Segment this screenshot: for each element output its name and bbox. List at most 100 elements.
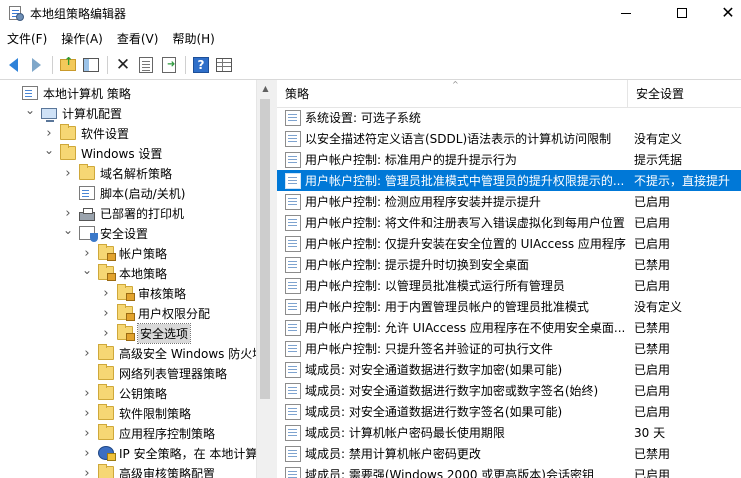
policy-name: 域成员: 对安全通道数据进行数字签名(如果可能) [305, 405, 563, 419]
tree-item[interactable]: ›脚本(启动/关机) [62, 183, 185, 203]
tree-scrollbar[interactable]: ▲ [256, 80, 273, 478]
tree-item[interactable]: › 帐户策略 [81, 243, 167, 263]
tree-item[interactable]: ›网络列表管理器策略 [81, 363, 227, 383]
policy-list[interactable]: 策略 ^ 安全设置 系统设置: 可选子系统 以安全描述符定义语言(SDDL)语法表… [277, 80, 741, 478]
policy-row[interactable]: 用户帐户控制: 提示提升时切换到安全桌面 已禁用 [277, 254, 741, 275]
chevron-right-icon[interactable]: › [81, 386, 93, 401]
up-one-level-button[interactable] [57, 54, 79, 76]
maximize-icon [677, 8, 687, 18]
tree-item-label: Windows 设置 [81, 146, 163, 161]
policy-row[interactable]: 用户帐户控制: 以管理员批准模式运行所有管理员 已启用 [277, 275, 741, 296]
tree-item[interactable]: ⌄ 安全设置 [62, 223, 148, 243]
policy-security-setting: 没有定义 [634, 132, 683, 146]
title-bar[interactable]: 本地组策略编辑器 ✕ [0, 0, 741, 26]
tree-item[interactable]: › 审核策略 [100, 283, 186, 303]
back-arrow-icon [8, 58, 18, 72]
help-button[interactable]: ? [190, 54, 212, 76]
policy-row[interactable]: 域成员: 对安全通道数据进行数字加密或数字签名(始终) 已启用 [277, 380, 741, 401]
console-tree[interactable]: ›本地计算机 策略⌄计算机配置›软件设置⌄Windows 设置›域名解析策略›脚… [0, 80, 272, 478]
tree-item[interactable]: › 用户权限分配 [100, 303, 210, 323]
policy-security-setting: 没有定义 [634, 300, 683, 314]
tree-item[interactable]: › 安全选项 [100, 322, 192, 344]
policy-setting-icon [285, 214, 301, 231]
policy-name: 域成员: 禁用计算机帐户密码更改 [305, 447, 481, 461]
policy-name: 以安全描述符定义语言(SDDL)语法表示的计算机访问限制 [305, 132, 612, 146]
menu-view[interactable]: 查看(V) [110, 29, 166, 49]
delete-button[interactable]: ✕ [112, 54, 134, 76]
policy-security-setting: 已启用 [634, 468, 671, 478]
tree-item[interactable]: › 已部署的打印机 [62, 203, 184, 223]
minimize-button[interactable] [603, 0, 649, 26]
chevron-right-icon[interactable]: › [100, 326, 112, 341]
chevron-right-icon[interactable]: › [62, 206, 74, 221]
policy-row[interactable]: 域成员: 对安全通道数据进行数字加密(如果可能) 已启用 [277, 359, 741, 380]
policy-row[interactable]: 系统设置: 可选子系统 [277, 107, 741, 128]
scroll-up-arrow-icon[interactable]: ▲ [257, 80, 274, 97]
policy-name: 域成员: 对安全通道数据进行数字加密(如果可能) [305, 363, 563, 377]
policy-row[interactable]: 用户帐户控制: 将文件和注册表写入错误虚拟化到每用户位置 已启用 [277, 212, 741, 233]
tree-item[interactable]: ›本地计算机 策略 [5, 83, 131, 103]
back-button[interactable] [2, 54, 24, 76]
tree-item[interactable]: › 高级审核策略配置 [81, 463, 215, 478]
tree-item[interactable]: › 公钥策略 [81, 383, 167, 403]
export-list-button[interactable] [158, 54, 180, 76]
policy-setting-icon [285, 235, 301, 252]
maximize-button[interactable] [659, 0, 705, 26]
minimize-icon [621, 12, 631, 14]
tree-item[interactable]: › 应用程序控制策略 [81, 423, 215, 443]
tree-item-label: 安全设置 [100, 226, 149, 241]
tree-item[interactable]: ⌄ 本地策略 [81, 263, 167, 283]
policy-setting-icon [285, 298, 301, 315]
tree-item-label: 帐户策略 [119, 246, 168, 261]
chevron-right-icon[interactable]: › [100, 286, 112, 301]
tree-item[interactable]: ⌄ Windows 设置 [43, 143, 162, 163]
policy-row[interactable]: 以安全描述符定义语言(SDDL)语法表示的计算机访问限制 没有定义 [277, 128, 741, 149]
locked-folder-icon [98, 264, 116, 281]
close-button[interactable]: ✕ [705, 0, 741, 26]
chevron-right-icon[interactable]: › [81, 346, 93, 361]
tree-item[interactable]: ⌄ 计算机配置 [24, 103, 122, 123]
policy-row[interactable]: 用户帐户控制: 仅提升安装在安全位置的 UIAccess 应用程序 已启用 [277, 233, 741, 254]
tree-item[interactable]: › 域名解析策略 [62, 163, 172, 183]
properties-button[interactable] [135, 54, 157, 76]
policy-row[interactable]: 域成员: 计算机帐户密码最长使用期限 30 天 [277, 422, 741, 443]
menu-file[interactable]: 文件(F) [0, 29, 54, 49]
policy-row[interactable]: 域成员: 禁用计算机帐户密码更改 已禁用 [277, 443, 741, 464]
tree-item[interactable]: › IP 安全策略，在 本地计算机 [81, 443, 269, 463]
chevron-down-icon[interactable]: ⌄ [62, 223, 74, 237]
policy-row[interactable]: 域成员: 对安全通道数据进行数字签名(如果可能) 已启用 [277, 401, 741, 422]
show-action-pane-button[interactable] [213, 54, 235, 76]
forward-button[interactable] [25, 54, 47, 76]
menu-action[interactable]: 操作(A) [54, 29, 110, 49]
chevron-right-icon[interactable]: › [81, 466, 93, 478]
tree-item-label: 计算机配置 [62, 106, 123, 121]
chevron-right-icon[interactable]: › [81, 426, 93, 441]
tree-item[interactable]: › 软件设置 [43, 123, 129, 143]
tree-item[interactable]: › 软件限制策略 [81, 403, 191, 423]
column-header-security-setting[interactable]: 安全设置 [628, 80, 741, 108]
chevron-right-icon[interactable]: › [81, 246, 93, 261]
policy-row[interactable]: 域成员: 需要强(Windows 2000 或更高版本)会话密钥 已启用 [277, 464, 741, 478]
chevron-down-icon[interactable]: ⌄ [24, 103, 36, 117]
tree-item[interactable]: › 高级安全 Windows 防火墙 [81, 343, 264, 363]
sort-ascending-icon: ^ [452, 80, 459, 89]
show-hide-console-tree-button[interactable] [80, 54, 102, 76]
policy-row[interactable]: 用户帐户控制: 检测应用程序安装并提示提升 已启用 [277, 191, 741, 212]
chevron-down-icon[interactable]: ⌄ [43, 143, 55, 157]
tree-scrollbar-thumb[interactable] [260, 99, 270, 399]
policy-setting-icon [285, 445, 301, 462]
chevron-down-icon[interactable]: ⌄ [81, 263, 93, 277]
tree-item-label: 本地策略 [119, 266, 168, 281]
policy-row[interactable]: 用户帐户控制: 只提升签名并验证的可执行文件 已禁用 [277, 338, 741, 359]
chevron-right-icon[interactable]: › [81, 406, 93, 421]
policy-name: 域成员: 需要强(Windows 2000 或更高版本)会话密钥 [305, 468, 594, 478]
chevron-right-icon[interactable]: › [81, 446, 93, 461]
menu-help[interactable]: 帮助(H) [165, 29, 221, 49]
policy-row[interactable]: 用户帐户控制: 允许 UIAccess 应用程序在不使用安全桌面... 已禁用 [277, 317, 741, 338]
chevron-right-icon[interactable]: › [43, 126, 55, 141]
policy-row[interactable]: 用户帐户控制: 管理员批准模式中管理员的提升权限提示的... 不提示，直接提升 [277, 170, 741, 191]
chevron-right-icon[interactable]: › [100, 306, 112, 321]
policy-row[interactable]: 用户帐户控制: 用于内置管理员帐户的管理员批准模式 没有定义 [277, 296, 741, 317]
chevron-right-icon[interactable]: › [62, 166, 74, 181]
policy-row[interactable]: 用户帐户控制: 标准用户的提升提示行为 提示凭据 [277, 149, 741, 170]
